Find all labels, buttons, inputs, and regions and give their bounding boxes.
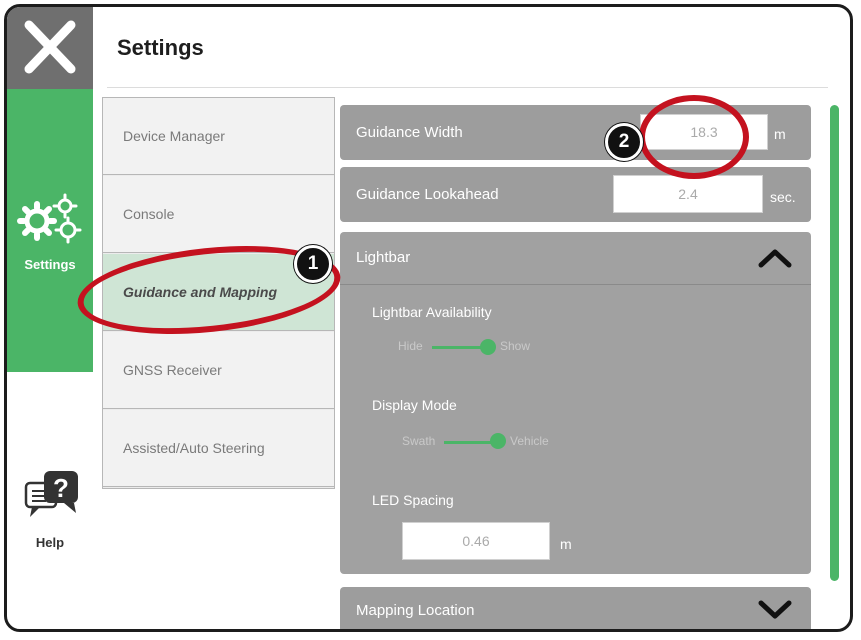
guidance-lookahead-input[interactable]: 2.4 (613, 175, 763, 213)
toggle-on-label: Vehicle (510, 434, 549, 448)
menu-item-label: GNSS Receiver (123, 362, 222, 378)
guidance-width-unit: m (774, 126, 786, 142)
app-window: Settings ? Help Settings Device Manager … (4, 4, 853, 632)
toggle-off-label: Hide (398, 339, 423, 353)
menu-item-label: Device Manager (123, 128, 225, 144)
guidance-lookahead-label: Guidance Lookahead (356, 186, 499, 203)
close-icon (24, 20, 76, 74)
scrollbar[interactable] (830, 105, 839, 581)
settings-rail-label: Settings (24, 257, 76, 272)
highlight-oval-width (639, 95, 749, 179)
mapping-location-row[interactable]: Mapping Location (340, 587, 811, 629)
help-button[interactable]: ? (24, 467, 80, 528)
chevron-up-icon[interactable] (758, 248, 792, 268)
page-title: Settings (117, 35, 204, 60)
help-label: Help (35, 535, 65, 550)
menu-item-gnss-receiver[interactable]: GNSS Receiver (103, 332, 334, 409)
toggle-knob[interactable] (480, 339, 496, 355)
chevron-down-icon[interactable] (758, 600, 792, 620)
close-button[interactable] (7, 7, 93, 89)
gears-icon (15, 189, 85, 254)
lightbar-header[interactable]: Lightbar (340, 232, 811, 285)
header-divider (107, 87, 828, 88)
led-spacing-label: LED Spacing (372, 492, 454, 508)
toggle-on-label: Show (500, 339, 531, 353)
guidance-width-label: Guidance Width (356, 124, 463, 141)
menu-item-console[interactable]: Console (103, 176, 334, 253)
guidance-lookahead-unit: sec. (770, 189, 796, 205)
lightbar-availability-label: Lightbar Availability (372, 304, 492, 320)
settings-rail-tab[interactable] (7, 89, 93, 372)
menu-item-label: Assisted/Auto Steering (123, 440, 265, 456)
callout-badge-two: 2 (605, 123, 643, 161)
display-mode-label: Display Mode (372, 397, 457, 413)
menu-item-label: Console (123, 206, 175, 222)
lightbar-title: Lightbar (356, 249, 411, 266)
led-spacing-unit: m (560, 536, 572, 552)
guidance-lookahead-row: Guidance Lookahead 2.4 sec. (340, 167, 811, 222)
callout-badge-one: 1 (294, 245, 332, 283)
menu-item-device-manager[interactable]: Device Manager (103, 98, 334, 175)
help-icon: ? (24, 471, 78, 517)
toggle-off-label: Swath (402, 434, 436, 448)
led-spacing-input[interactable]: 0.46 (402, 522, 550, 560)
mapping-location-label: Mapping Location (356, 602, 475, 619)
svg-text:?: ? (53, 473, 69, 503)
toggle-knob[interactable] (490, 433, 506, 449)
lightbar-section: Lightbar Lightbar Availability Hide Show… (340, 232, 811, 574)
menu-item-assisted-auto-steering[interactable]: Assisted/Auto Steering (103, 410, 334, 487)
